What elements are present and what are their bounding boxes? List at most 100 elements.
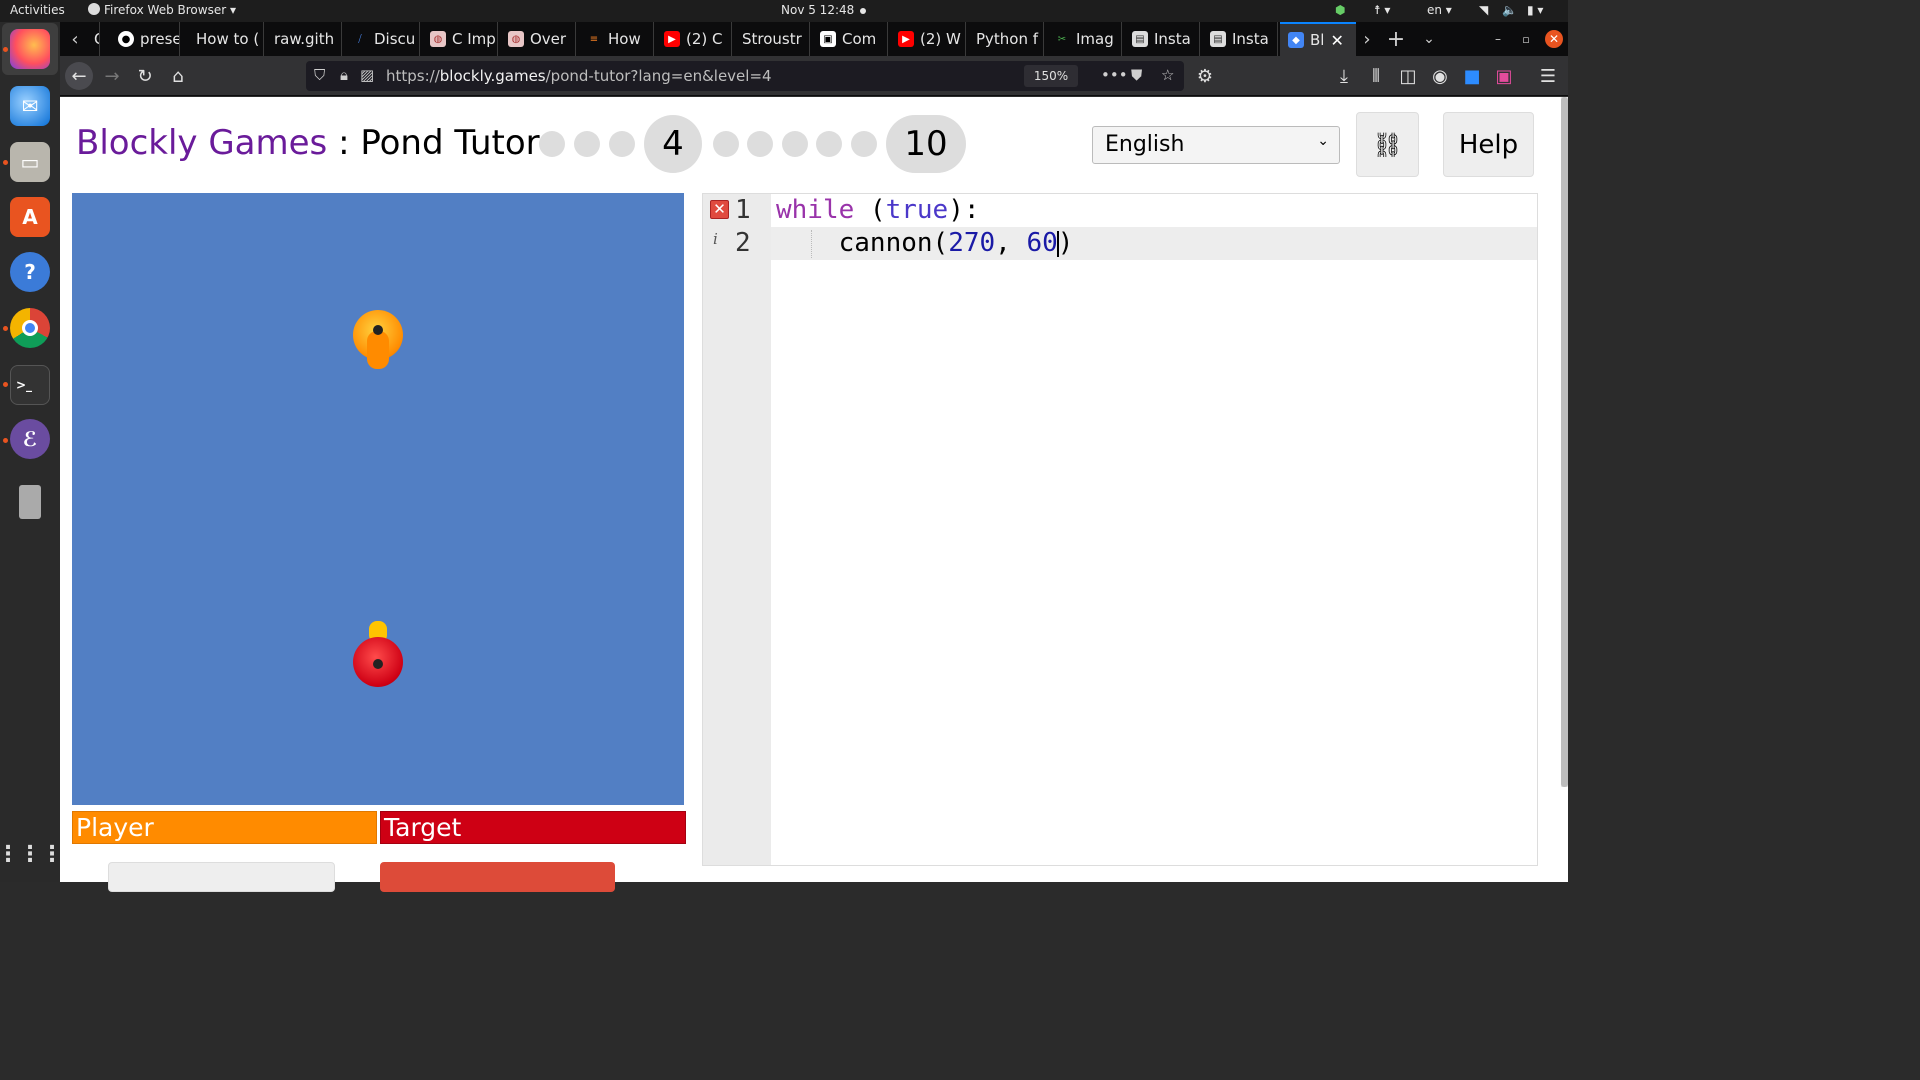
tab-label: How to ( bbox=[196, 30, 260, 48]
app-menu[interactable]: Firefox Web Browser ▾ bbox=[88, 3, 236, 17]
tab[interactable]: ◍ Over bbox=[500, 22, 576, 56]
level-8-dot[interactable] bbox=[816, 131, 842, 157]
tab[interactable]: ◍ C Imp bbox=[422, 22, 498, 56]
input-language[interactable]: en ▾ bbox=[1427, 3, 1452, 17]
language-select[interactable]: English ⌄ bbox=[1092, 126, 1340, 164]
new-tab-icon[interactable]: + bbox=[1382, 22, 1410, 56]
back-icon[interactable]: ← bbox=[65, 62, 93, 90]
terminal-icon[interactable]: >_ bbox=[10, 365, 50, 405]
code-line-1[interactable]: while (true): bbox=[776, 195, 980, 228]
tab[interactable]: Stroustr bbox=[734, 22, 810, 56]
home-icon[interactable]: ⌂ bbox=[164, 62, 192, 90]
brand-link[interactable]: Blockly Games bbox=[76, 123, 327, 163]
level-2-dot[interactable] bbox=[574, 131, 600, 157]
tab[interactable]: ⧸ Discu bbox=[344, 22, 420, 56]
doc-icon: ▤ bbox=[1132, 31, 1148, 47]
permissions-icon[interactable]: ▨ bbox=[360, 66, 374, 84]
tab[interactable]: raw.gith bbox=[266, 22, 342, 56]
account-icon[interactable]: ◉ bbox=[1426, 62, 1454, 90]
tab-active[interactable]: ◆ Bl ✕ bbox=[1280, 22, 1356, 56]
code-editor[interactable]: ✕ 1 i 2 while (true): cannon(270, 60) bbox=[702, 193, 1538, 866]
line-number: 2 bbox=[735, 228, 751, 258]
menu-icon[interactable]: ☰ bbox=[1534, 62, 1562, 90]
tab-scroll-left-icon[interactable]: ‹ bbox=[64, 22, 86, 56]
level-9-dot[interactable] bbox=[851, 131, 877, 157]
tab[interactable]: ≡ How bbox=[578, 22, 654, 56]
level-5-dot[interactable] bbox=[713, 131, 739, 157]
screenshot-extension-icon[interactable]: ▣ bbox=[1490, 62, 1518, 90]
code-line-2[interactable]: cannon(270, 60) bbox=[776, 228, 1074, 261]
tab-scroll-right-icon[interactable]: › bbox=[1356, 22, 1378, 56]
tab[interactable]: ▶ (2) W bbox=[890, 22, 966, 56]
player-eye-icon bbox=[373, 325, 383, 335]
navigation-toolbar: ← → ↻ ⌂ ⛉ 🔒︎ ▨ https://blockly.games/pon… bbox=[60, 56, 1568, 96]
level-6-dot[interactable] bbox=[747, 131, 773, 157]
tab[interactable]: How to ( bbox=[188, 22, 264, 56]
discuss-icon: ⧸ bbox=[358, 33, 362, 45]
chrome-icon[interactable] bbox=[10, 308, 50, 348]
usb-drive-icon[interactable] bbox=[19, 485, 41, 519]
lock-icon[interactable]: 🔒︎ bbox=[340, 66, 348, 84]
tab[interactable]: ✂ Imag bbox=[1046, 22, 1122, 56]
minimize-icon[interactable]: – bbox=[1486, 22, 1510, 56]
tab[interactable]: ▤ Insta bbox=[1202, 22, 1278, 56]
url-text[interactable]: https://blockly.games/pond-tutor?lang=en… bbox=[386, 67, 772, 85]
zoom-extension-icon[interactable]: ■ bbox=[1458, 62, 1486, 90]
clock[interactable]: Nov 5 12:48 bbox=[781, 3, 867, 17]
tab[interactable]: ▶ (2) C bbox=[656, 22, 732, 56]
accessibility-icon[interactable]: ☨ ▾ bbox=[1374, 3, 1390, 17]
link-button[interactable]: ⛓ bbox=[1356, 112, 1419, 177]
player-label: Player bbox=[76, 813, 154, 842]
run-button[interactable] bbox=[380, 862, 615, 892]
reload-icon[interactable]: ↻ bbox=[131, 62, 159, 90]
restore-icon[interactable]: ▫ bbox=[1514, 22, 1538, 56]
activities-button[interactable]: Activities bbox=[10, 3, 65, 17]
bookmark-star-icon[interactable]: ☆ bbox=[1161, 66, 1174, 84]
level-10-button[interactable]: 10 bbox=[886, 115, 966, 173]
network-icon[interactable]: ◥ bbox=[1479, 3, 1488, 17]
zoom-indicator[interactable]: 150% bbox=[1024, 65, 1078, 87]
downloads-icon[interactable]: ⤓ bbox=[1330, 62, 1358, 90]
shield-tray-icon[interactable]: ⬢ bbox=[1335, 3, 1345, 17]
pocket-icon[interactable]: ⛊ bbox=[1131, 66, 1142, 84]
forward-icon[interactable]: → bbox=[98, 62, 126, 90]
help-button[interactable]: Help bbox=[1443, 112, 1534, 177]
firefox-icon[interactable] bbox=[10, 29, 50, 69]
tab[interactable]: ● prese bbox=[110, 22, 180, 56]
youtube-icon: ▶ bbox=[898, 31, 914, 47]
thunderbird-icon[interactable]: ✉ bbox=[10, 86, 50, 126]
tab[interactable]: ▣ Com bbox=[812, 22, 888, 56]
tab[interactable]: O bbox=[86, 22, 100, 56]
volume-icon[interactable]: 🔈 bbox=[1502, 3, 1517, 17]
level-3-dot[interactable] bbox=[609, 131, 635, 157]
library-icon[interactable]: ⫴ bbox=[1362, 62, 1390, 90]
game-title: Pond Tutor bbox=[360, 123, 540, 163]
extension-gear-icon[interactable]: ⚙ bbox=[1191, 62, 1219, 90]
close-window-icon[interactable]: ✕ bbox=[1542, 22, 1566, 56]
close-tab-icon[interactable]: ✕ bbox=[1330, 31, 1343, 50]
page-actions-icon[interactable]: ••• bbox=[1101, 66, 1128, 84]
list-all-tabs-icon[interactable]: ⌄ bbox=[1416, 22, 1442, 56]
clock-label: Nov 5 12:48 bbox=[781, 3, 855, 17]
info-icon[interactable]: i bbox=[713, 230, 718, 248]
url-bar[interactable]: ⛉ 🔒︎ ▨ https://blockly.games/pond-tutor?… bbox=[306, 61, 1184, 91]
page-scrollbar-thumb[interactable] bbox=[1561, 97, 1568, 787]
error-icon[interactable]: ✕ bbox=[710, 200, 729, 219]
stackoverflow-icon: ≡ bbox=[589, 33, 599, 45]
help-icon[interactable]: ? bbox=[10, 252, 50, 292]
docs-button[interactable] bbox=[108, 862, 335, 892]
level-1-dot[interactable] bbox=[539, 131, 565, 157]
battery-icon[interactable]: ▮ ▾ bbox=[1527, 3, 1543, 17]
tracking-protection-icon[interactable]: ⛉ bbox=[314, 66, 325, 84]
level-7-dot[interactable] bbox=[782, 131, 808, 157]
title-separator: : bbox=[327, 123, 361, 163]
tab-label: O bbox=[94, 30, 99, 48]
target-eye-icon bbox=[373, 659, 383, 669]
sidebar-icon[interactable]: ◫ bbox=[1394, 62, 1422, 90]
tab[interactable]: ▤ Insta bbox=[1124, 22, 1200, 56]
software-center-icon[interactable]: A bbox=[10, 197, 50, 237]
files-icon[interactable]: ▭ bbox=[10, 142, 50, 182]
emacs-icon[interactable]: ℰ bbox=[10, 419, 50, 459]
show-applications-icon[interactable]: ⋮⋮⋮ bbox=[0, 834, 63, 874]
tab[interactable]: Python f bbox=[968, 22, 1044, 56]
